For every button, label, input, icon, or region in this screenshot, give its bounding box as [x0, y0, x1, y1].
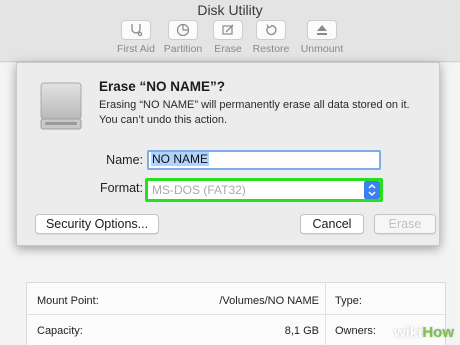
unmount-tool[interactable]: Unmount	[297, 20, 347, 55]
pie-chart-icon	[168, 20, 198, 40]
erase-dialog: Erase “NO NAME”? Erasing “NO NAME” will …	[16, 62, 440, 246]
external-disk-icon	[40, 82, 82, 130]
dialog-title: Erase “NO NAME”?	[99, 79, 226, 94]
wikihow-watermark: wikiHow	[394, 324, 454, 341]
volume-info-panel: Mount Point: /Volumes/NO NAME Type: Capa…	[26, 282, 447, 345]
format-select[interactable]: MS-DOS (FAT32)	[145, 178, 383, 202]
watermark-wiki: wiki	[393, 324, 423, 341]
info-row-mount-point: Mount Point: /Volumes/NO NAME Type:	[27, 285, 447, 315]
dialog-message: Erasing “NO NAME” will permanently erase…	[99, 99, 410, 126]
mount-point-value: /Volumes/NO NAME	[219, 295, 319, 307]
first-aid-tool[interactable]: First Aid	[111, 20, 161, 55]
format-field-label: Format:	[99, 181, 143, 195]
select-stepper-icon	[364, 181, 380, 199]
cancel-button[interactable]: Cancel	[300, 214, 364, 234]
pencil-eraser-icon	[213, 20, 243, 40]
window-title: Disk Utility	[197, 2, 263, 18]
partition-tool[interactable]: Partition	[158, 20, 208, 55]
info-row-capacity: Capacity: 8,1 GB Owners:	[27, 315, 447, 345]
name-input-value: NO NAME	[151, 152, 210, 166]
name-field-label: Name:	[106, 153, 143, 167]
owners-label: Owners:	[335, 325, 376, 337]
capacity-label: Capacity:	[37, 325, 83, 337]
first-aid-label: First Aid	[117, 43, 155, 55]
restore-label: Restore	[252, 43, 290, 55]
name-input[interactable]: NO NAME	[147, 150, 381, 170]
toolbar: Disk Utility First Aid Partition Erase R…	[0, 0, 460, 62]
type-label: Type:	[335, 295, 362, 307]
watermark-how: How	[422, 324, 454, 341]
format-select-value: MS-DOS (FAT32)	[152, 183, 246, 197]
unmount-label: Unmount	[300, 43, 344, 55]
stethoscope-icon	[121, 20, 151, 40]
capacity-value: 8,1 GB	[284, 325, 319, 337]
security-options-button[interactable]: Security Options...	[35, 214, 159, 234]
restore-arrow-icon	[256, 20, 286, 40]
restore-tool[interactable]: Restore	[246, 20, 296, 55]
mount-point-label: Mount Point:	[37, 295, 99, 307]
eject-icon	[307, 20, 337, 40]
partition-label: Partition	[163, 43, 203, 55]
erase-button[interactable]: Erase	[374, 214, 436, 234]
